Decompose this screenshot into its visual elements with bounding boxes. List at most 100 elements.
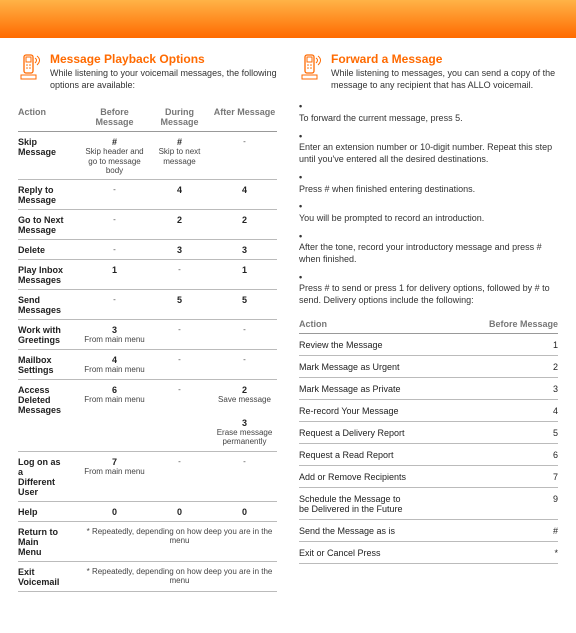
value-cell: -: [82, 185, 147, 205]
table-row: Add or Remove Recipients 7: [299, 466, 558, 488]
action-label: Delete: [18, 245, 82, 255]
forward-section-header: Forward a Message While listening to mes…: [299, 52, 558, 91]
bullet-item: •Press # to send or press 1 for delivery…: [299, 272, 558, 307]
action-label: AccessDeletedMessages: [18, 385, 82, 447]
forward-subtitle: While listening to messages, you can sen…: [331, 68, 558, 91]
span-cell: * Repeatedly, depending on how deep you …: [82, 567, 277, 587]
forward-bullet-list: •To forward the current message, press 5…: [299, 101, 558, 306]
table-row: Log on asaDifferentUser7From main menu--: [18, 452, 277, 502]
value-cell: 0: [147, 507, 212, 517]
table-row: Mark Message as Urgent 2: [299, 356, 558, 378]
value-cell: 5: [212, 295, 277, 315]
value-cell: -: [212, 325, 277, 345]
table-row: MailboxSettings4From main menu--: [18, 350, 277, 380]
value-cell: 3: [212, 245, 277, 255]
value-cell: 0: [212, 507, 277, 517]
table-row: Request a Read Report 6: [299, 444, 558, 466]
forward-table-body: Review the Message 1 Mark Message as Urgen…: [299, 334, 558, 564]
hdr-after: After Message: [212, 107, 277, 127]
bullet-item: •Press # when finished entering destinat…: [299, 172, 558, 195]
value-cell: 2: [553, 362, 558, 372]
table-row: Delete-33: [18, 240, 277, 260]
bullet-item: •Enter an extension number or 10-digit n…: [299, 131, 558, 166]
hdr2-action: Action: [299, 319, 327, 329]
action-label: MailboxSettings: [18, 355, 82, 375]
value-cell: -: [212, 457, 277, 497]
value-cell: -: [82, 215, 147, 235]
value-cell: -: [82, 245, 147, 255]
table-row: Go to NextMessage-22: [18, 210, 277, 240]
value-cell: 3: [147, 245, 212, 255]
value-cell: 3: [553, 384, 558, 394]
value-cell: 2: [147, 215, 212, 235]
value-cell: 1: [212, 265, 277, 285]
action-label: Mark Message as Urgent: [299, 362, 400, 372]
value-cell: #Skip header and go to message body: [82, 137, 147, 175]
playback-title: Message Playback Options: [50, 52, 277, 66]
forward-message-column: Forward a Message While listening to mes…: [299, 52, 558, 592]
hdr-before: Before Message: [82, 107, 147, 127]
table-row: ExitVoicemail* Repeatedly, depending on …: [18, 562, 277, 592]
value-cell: 2Save message3Erase message permanently: [212, 385, 277, 447]
action-label: Log on asaDifferentUser: [18, 457, 82, 497]
playback-section-header: Message Playback Options While listening…: [18, 52, 277, 91]
bullet-item: •You will be prompted to record an intro…: [299, 201, 558, 224]
value-cell: 7From main menu: [82, 457, 147, 497]
value-cell: 4: [212, 185, 277, 205]
value-cell: 3From main menu: [82, 325, 147, 345]
phone-icon: [299, 53, 323, 83]
forward-table-header: Action Before Message: [299, 315, 558, 334]
table-row: Play InboxMessages1-1: [18, 260, 277, 290]
hdr2-before: Before Message: [489, 319, 558, 329]
action-label: ExitVoicemail: [18, 567, 82, 587]
value-cell: -: [147, 385, 212, 447]
value-cell: #Skip to next message: [147, 137, 212, 175]
action-label: Re-record Your Message: [299, 406, 399, 416]
table-row: AccessDeletedMessages6From main menu-2Sa…: [18, 380, 277, 452]
value-cell: 7: [553, 472, 558, 482]
value-cell: 2: [212, 215, 277, 235]
action-label: Add or Remove Recipients: [299, 472, 406, 482]
span-cell: * Repeatedly, depending on how deep you …: [82, 527, 277, 557]
value-cell: -: [212, 355, 277, 375]
table-row: Work withGreetings3From main menu--: [18, 320, 277, 350]
value-cell: 4: [147, 185, 212, 205]
value-cell: 4: [553, 406, 558, 416]
table-row: Review the Message 1: [299, 334, 558, 356]
value-cell: 1: [553, 340, 558, 350]
table-row: Return toMainMenu* Repeatedly, depending…: [18, 522, 277, 562]
value-cell: 6From main menu: [82, 385, 147, 447]
table-row: SkipMessage#Skip header and go to messag…: [18, 132, 277, 180]
value-cell: -: [147, 265, 212, 285]
forward-title: Forward a Message: [331, 52, 558, 66]
action-label: SendMessages: [18, 295, 82, 315]
action-label: Schedule the Message tobe Delivered in t…: [299, 494, 403, 514]
value-cell: 5: [553, 428, 558, 438]
table-row: Help000: [18, 502, 277, 522]
value-cell: 9: [553, 494, 558, 514]
action-label: Review the Message: [299, 340, 383, 350]
header-gradient-bar: [0, 0, 576, 38]
action-label: Go to NextMessage: [18, 215, 82, 235]
value-cell: 6: [553, 450, 558, 460]
phone-icon: [18, 53, 42, 83]
value-cell: -: [147, 355, 212, 375]
action-label: Request a Read Report: [299, 450, 394, 460]
table-row: Schedule the Message tobe Delivered in t…: [299, 488, 558, 520]
table-row: Re-record Your Message 4: [299, 400, 558, 422]
value-cell: -: [147, 325, 212, 345]
bullet-item: •After the tone, record your introductor…: [299, 231, 558, 266]
playback-table-body: SkipMessage#Skip header and go to messag…: [18, 132, 277, 591]
value-cell: 1: [82, 265, 147, 285]
value-cell: #: [553, 526, 558, 536]
playback-options-column: Message Playback Options While listening…: [18, 52, 277, 592]
table-row: Reply toMessage-44: [18, 180, 277, 210]
action-label: Mark Message as Private: [299, 384, 401, 394]
action-label: Reply toMessage: [18, 185, 82, 205]
value-cell: -: [82, 295, 147, 315]
action-label: Return toMainMenu: [18, 527, 82, 557]
value-cell: 0: [82, 507, 147, 517]
hdr-action: Action: [18, 107, 82, 127]
value-cell: -: [147, 457, 212, 497]
playback-subtitle: While listening to your voicemail messag…: [50, 68, 277, 91]
